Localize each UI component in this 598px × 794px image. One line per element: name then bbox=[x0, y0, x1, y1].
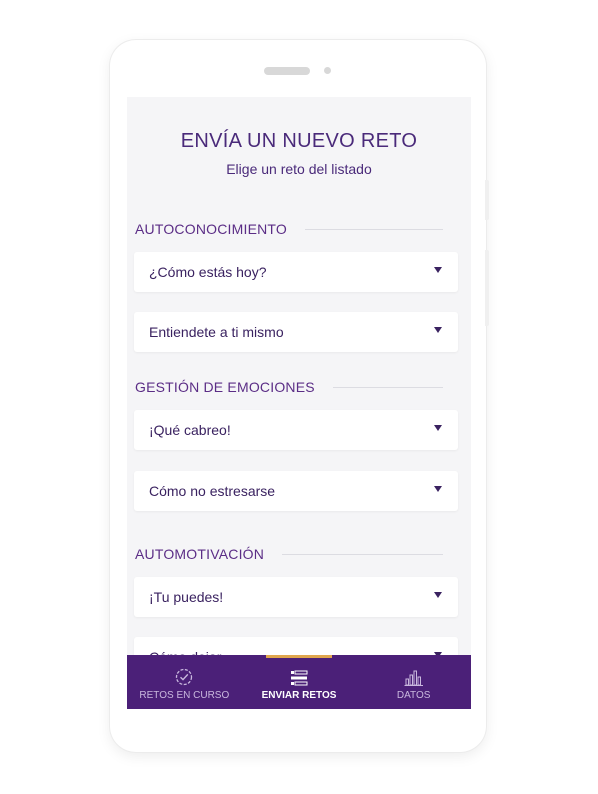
list-send-icon bbox=[291, 670, 308, 686]
bar-chart-icon bbox=[404, 670, 423, 686]
select-label: ¡Tu puedes! bbox=[149, 589, 224, 605]
bottom-tab-bar: RETOS EN CURSO ENVIAR RETOS DATOS bbox=[127, 655, 471, 709]
page-subtitle: Elige un reto del listado bbox=[226, 161, 372, 177]
caret-down-icon bbox=[434, 267, 442, 273]
phone-camera bbox=[324, 67, 331, 74]
caret-down-icon bbox=[434, 486, 442, 492]
section-title-gestion-emociones: GESTIÓN DE EMOCIONES bbox=[135, 379, 443, 395]
section-divider bbox=[305, 228, 443, 230]
check-badge-icon bbox=[176, 668, 193, 686]
caret-down-icon bbox=[434, 592, 442, 598]
phone-speaker bbox=[264, 67, 310, 75]
tab-label: RETOS EN CURSO bbox=[139, 690, 230, 701]
section-label: GESTIÓN DE EMOCIONES bbox=[135, 379, 315, 395]
section-title-automotivacion: AUTOMOTIVACIÓN bbox=[135, 546, 443, 562]
section-label: AUTOCONOCIMIENTO bbox=[135, 221, 288, 237]
section-label: AUTOMOTIVACIÓN bbox=[135, 546, 265, 562]
active-tab-indicator bbox=[265, 655, 333, 658]
challenge-select[interactable]: Cómo no estresarse bbox=[134, 471, 458, 511]
app-screen: ENVÍA UN NUEVO RETO Elige un reto del li… bbox=[127, 97, 471, 709]
phone-side-button-top bbox=[485, 180, 489, 220]
tab-label: DATOS bbox=[396, 690, 431, 701]
tab-datos[interactable]: DATOS bbox=[356, 655, 471, 709]
section-title-autoconocimiento: AUTOCONOCIMIENTO bbox=[135, 221, 443, 237]
section-divider bbox=[282, 553, 443, 555]
challenge-select[interactable]: Entiendete a ti mismo bbox=[134, 312, 458, 352]
select-label: ¿Cómo estás hoy? bbox=[149, 264, 267, 280]
tab-label: ENVIAR RETOS bbox=[261, 690, 337, 701]
phone-side-button-bottom bbox=[485, 250, 489, 326]
caret-down-icon bbox=[434, 425, 442, 431]
page-title: ENVÍA UN NUEVO RETO bbox=[180, 130, 418, 152]
select-label: Cómo no estresarse bbox=[149, 483, 276, 499]
section-divider bbox=[332, 386, 443, 388]
select-label: Entiendete a ti mismo bbox=[149, 324, 284, 340]
caret-down-icon bbox=[434, 327, 442, 333]
tab-retos-en-curso[interactable]: RETOS EN CURSO bbox=[127, 655, 242, 709]
challenge-select[interactable]: ¡Tu puedes! bbox=[134, 577, 458, 617]
challenge-select[interactable]: ¿Cómo estás hoy? bbox=[134, 252, 458, 292]
challenge-select[interactable]: ¡Qué cabreo! bbox=[134, 410, 458, 450]
tab-enviar-retos[interactable]: ENVIAR RETOS bbox=[242, 655, 357, 709]
select-label: ¡Qué cabreo! bbox=[149, 422, 231, 438]
